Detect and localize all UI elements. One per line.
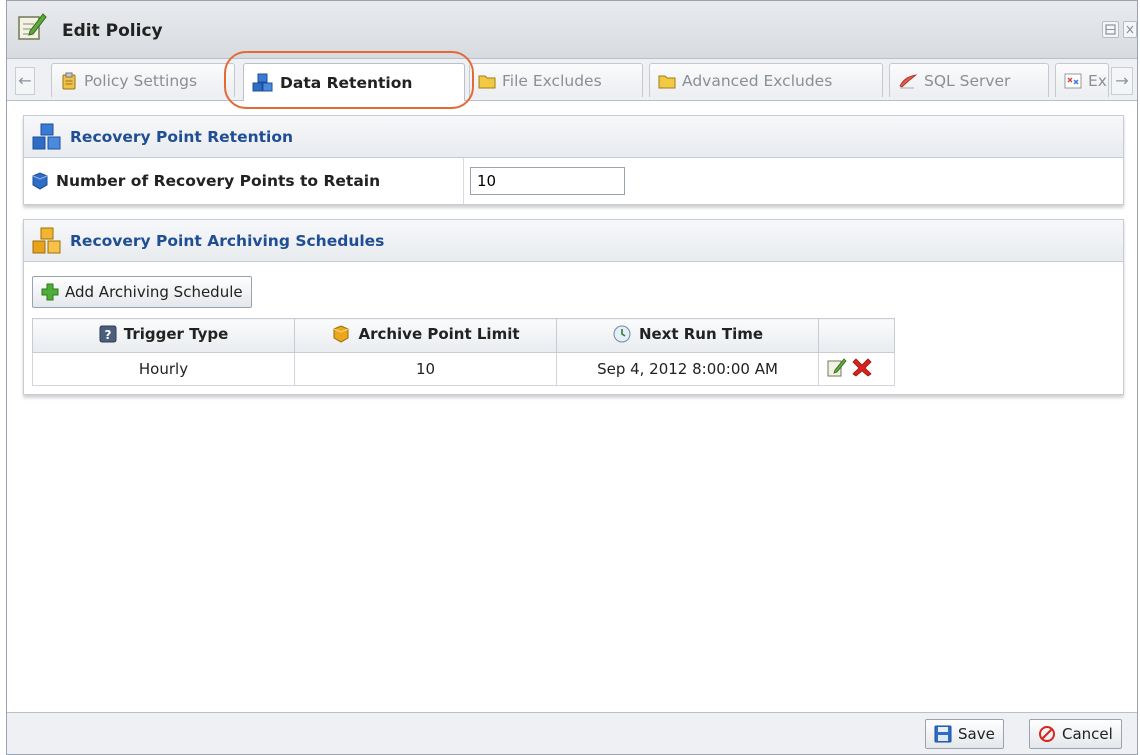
folder-icon	[658, 75, 676, 88]
blue-cube-icon	[32, 172, 48, 190]
cell-archive-point-limit: 10	[294, 352, 557, 386]
tab-bar: ← Policy Settings Data Retention File Ex…	[7, 59, 1137, 101]
sql-server-icon	[899, 73, 918, 89]
tab-label: Data Retention	[280, 73, 413, 92]
arrow-left-icon: ←	[18, 71, 32, 90]
tab-data-retention[interactable]: Data Retention	[243, 63, 465, 101]
table-row[interactable]: Hourly 10 Sep 4, 2012 8:00:00 AM	[32, 352, 895, 386]
tab-label: File Excludes	[502, 71, 602, 90]
retention-count-label: Number of Recovery Points to Retain	[24, 158, 464, 204]
svg-text:?: ?	[104, 328, 111, 342]
cell-next-run-time: Sep 4, 2012 8:00:00 AM	[556, 352, 819, 386]
tab-file-excludes[interactable]: File Excludes	[469, 63, 643, 97]
retention-field-row: Number of Recovery Points to Retain	[24, 158, 1123, 204]
arrow-right-icon: →	[1115, 71, 1129, 90]
tab-label: Advanced Excludes	[682, 71, 833, 90]
tab-sql-server[interactable]: SQL Server	[889, 63, 1049, 97]
cancel-button[interactable]: Cancel	[1029, 719, 1122, 749]
close-button[interactable]	[1123, 21, 1137, 38]
folder-icon	[478, 75, 496, 88]
exchange-icon	[1064, 73, 1082, 88]
column-archive-point-limit[interactable]: Archive Point Limit	[294, 318, 557, 353]
delete-icon	[852, 358, 872, 377]
delete-row-button[interactable]	[852, 357, 872, 381]
tab-label: Policy Settings	[84, 71, 198, 90]
save-button[interactable]: Save	[925, 719, 1004, 749]
clock-icon	[613, 325, 631, 342]
restore-button[interactable]	[1102, 21, 1119, 38]
edit-row-button[interactable]	[827, 357, 847, 381]
edit-note-icon	[17, 11, 47, 41]
column-actions	[818, 318, 895, 353]
retention-count-input[interactable]	[470, 167, 625, 195]
tab-label: SQL Server	[924, 71, 1011, 90]
blue-cubes-icon	[32, 123, 61, 149]
archiving-schedule-table: ? Trigger Type Archive Point Limit Next …	[32, 318, 895, 386]
add-archiving-schedule-label: Add Archiving Schedule	[65, 283, 243, 301]
archiving-panel-header: Recovery Point Archiving Schedules	[24, 220, 1123, 262]
gold-cube-icon	[333, 324, 349, 343]
retention-panel-title: Recovery Point Retention	[70, 127, 294, 146]
tab-advanced-excludes[interactable]: Advanced Excludes	[649, 63, 883, 97]
help-icon: ?	[99, 325, 117, 342]
cell-trigger-type: Hourly	[32, 352, 295, 386]
window-title: Edit Policy	[62, 21, 163, 41]
tab-label: Ex	[1088, 71, 1107, 90]
archiving-panel: Recovery Point Archiving Schedules Add A…	[23, 219, 1124, 395]
cancel-label: Cancel	[1062, 725, 1113, 743]
edit-icon	[827, 358, 847, 377]
dialog-footer: Save Cancel	[7, 712, 1137, 754]
column-next-run-time[interactable]: Next Run Time	[556, 318, 819, 353]
save-label: Save	[958, 725, 995, 743]
blue-cubes-icon	[252, 73, 273, 91]
column-trigger-type[interactable]: ? Trigger Type	[32, 318, 295, 353]
save-icon	[934, 725, 952, 743]
restore-icon	[1105, 24, 1116, 35]
table-header-row: ? Trigger Type Archive Point Limit Next …	[32, 318, 895, 353]
retention-panel: Recovery Point Retention Number of Recov…	[23, 115, 1124, 205]
add-icon	[41, 283, 59, 301]
tab-exchange[interactable]: Ex	[1055, 63, 1109, 97]
retention-count-label-text: Number of Recovery Points to Retain	[56, 172, 381, 190]
tab-scroll-right-button[interactable]: →	[1111, 67, 1133, 95]
cell-actions	[818, 352, 895, 386]
tab-scroll-left-button[interactable]: ←	[15, 67, 35, 95]
tab-policy-settings[interactable]: Policy Settings	[51, 63, 235, 97]
clipboard-icon	[62, 72, 76, 89]
close-icon	[1126, 25, 1134, 34]
edit-policy-window: Edit Policy ← Policy Settings Data Reten…	[6, 0, 1138, 755]
gold-cubes-icon	[32, 227, 61, 253]
tab-content: Recovery Point Retention Number of Recov…	[7, 101, 1137, 712]
add-archiving-schedule-button[interactable]: Add Archiving Schedule	[32, 276, 252, 308]
title-bar[interactable]: Edit Policy	[7, 1, 1137, 59]
cancel-icon	[1039, 726, 1055, 742]
archiving-panel-title: Recovery Point Archiving Schedules	[70, 231, 385, 250]
retention-panel-header: Recovery Point Retention	[24, 116, 1123, 158]
